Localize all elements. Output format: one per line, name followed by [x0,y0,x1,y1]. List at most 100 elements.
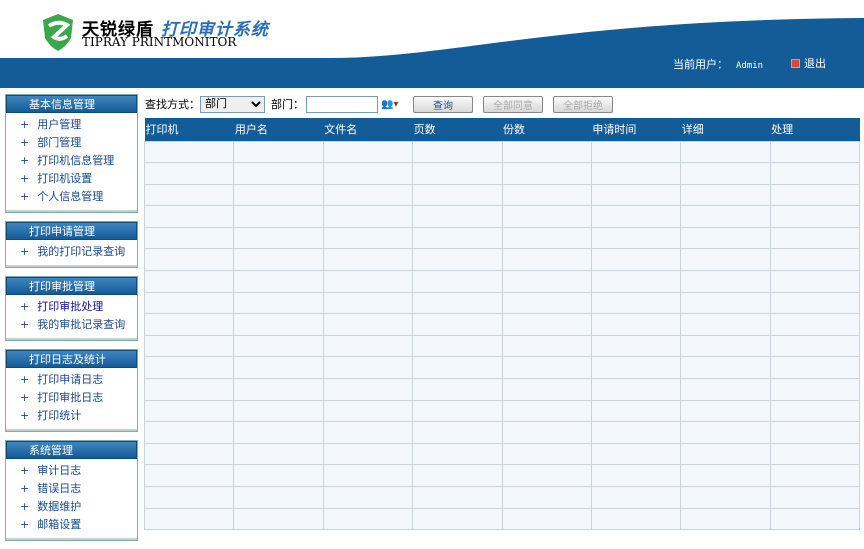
sidebar-item[interactable]: 我的打印记录查询 [20,243,137,261]
table-row [143,270,861,293]
table-cell [769,205,861,228]
table-cell [769,507,861,531]
table-cell [412,356,503,380]
table-row [143,399,861,423]
table-cell [322,291,414,315]
table-cell [590,421,682,444]
table-cell [590,205,682,228]
table-cell [680,356,771,380]
sidebar-item[interactable]: 错误日志 [20,480,137,498]
table-cell [233,248,324,272]
column-header: 详细 [680,118,771,141]
table-cell [143,334,235,358]
sidebar-item[interactable]: 打印审批处理 [20,298,137,316]
sidebar-item[interactable]: 邮箱设置 [20,516,137,534]
table-cell [233,183,324,207]
sidebar-item[interactable]: 用户管理 [20,116,137,134]
search-method-label: 查找方式： [145,98,200,111]
sidebar-item[interactable]: 数据维护 [20,498,137,516]
table-cell [590,270,682,293]
sidebar-item[interactable]: 审计日志 [20,462,137,480]
table-cell [412,183,503,207]
column-header: 处理 [770,118,860,141]
table-cell [322,205,414,228]
table-cell [590,356,682,380]
table-cell [501,334,592,358]
table-cell [233,486,324,509]
sidebar-item[interactable]: 打印机设置 [20,170,137,188]
sidebar-item[interactable]: 打印申请日志 [20,371,137,389]
table-cell [143,183,235,207]
table-cell [501,205,592,228]
table-cell [412,399,503,423]
table-cell [590,378,682,401]
table-row [143,486,861,509]
sidebar-group-title[interactable]: 系统管理 [6,441,137,459]
table-cell [590,140,682,164]
table-cell [322,248,414,272]
table-cell [322,226,414,250]
sidebar-item[interactable]: 部门管理 [20,134,137,152]
table-row [143,334,861,358]
sidebar-group-title[interactable]: 打印申请管理 [6,222,137,240]
table-row [143,421,861,444]
table-cell [769,486,861,509]
sidebar-group-title[interactable]: 打印日志及统计 [6,350,137,368]
logout-button[interactable]: 退出 [791,55,826,71]
dept-input[interactable] [306,95,378,113]
records-table: 打印机 用户名 文件名 页数 份数 申请时间 详细 处理 [143,118,861,531]
header: 天锐绿盾 打印审计系统 TIPRAY PRINTMONITOR 当前用户： Adm… [0,0,864,88]
table-cell [233,291,324,315]
table-cell [501,442,592,466]
table-row [143,140,861,164]
sidebar-item[interactable]: 打印统计 [20,407,137,425]
reject-all-button[interactable]: 全部拒绝 [553,95,613,113]
table-cell [590,334,682,358]
column-header: 份数 [502,118,592,141]
table-cell [501,162,592,185]
column-header: 页数 [412,118,502,141]
table-cell [501,140,592,164]
table-cell [769,313,861,336]
select-user-icon[interactable]: 👥▾ [381,99,403,110]
table-cell [769,464,861,487]
table-row [143,162,861,185]
table-row [143,248,861,272]
table-cell [143,205,235,228]
approve-all-button[interactable]: 全部同意 [483,95,543,113]
table-cell [680,291,771,315]
table-cell [412,378,503,401]
table-cell [680,421,771,444]
sidebar-item[interactable]: 打印审批日志 [20,389,137,407]
sidebar-item[interactable]: 打印机信息管理 [20,152,137,170]
table-cell [143,421,235,444]
table-cell [143,356,235,380]
table-cell [769,442,861,466]
sidebar-item[interactable]: 我的审批记录查询 [20,316,137,334]
table-row [143,464,861,487]
table-cell [501,270,592,293]
table-cell [233,140,324,164]
table-cell [501,183,592,207]
app-title-en: TIPRAY PRINTMONITOR [82,35,237,49]
table-cell [680,399,771,423]
table-cell [680,313,771,336]
table-row [143,291,861,315]
table-cell [680,248,771,272]
table-cell [680,270,771,293]
sidebar-group-title[interactable]: 基本信息管理 [6,95,137,113]
table-cell [233,270,324,293]
table-cell [322,334,414,358]
table-cell [501,486,592,509]
table-cell [680,334,771,358]
sidebar-item[interactable]: 个人信息管理 [20,188,137,206]
table-cell [143,442,235,466]
table-cell [769,421,861,444]
table-cell [590,507,682,531]
sidebar-group-title[interactable]: 打印审批管理 [6,277,137,295]
column-header: 用户名 [233,118,324,141]
table-cell [501,291,592,315]
search-method-select[interactable]: 部门 [200,95,265,113]
current-user: 当前用户： Admin [673,56,763,72]
query-button[interactable]: 查询 [413,95,473,113]
